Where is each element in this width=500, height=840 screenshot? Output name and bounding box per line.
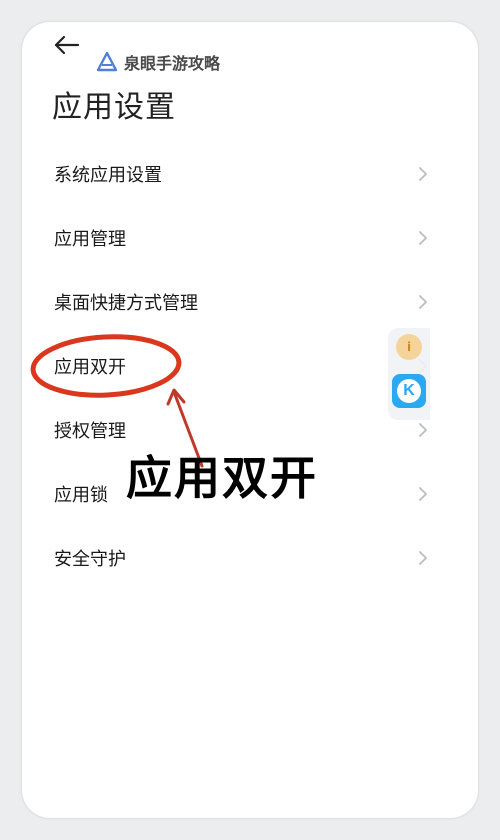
- chevron-right-icon: [419, 295, 427, 309]
- menu-item-label: 安全守护: [54, 549, 126, 570]
- menu-item-app-management[interactable]: 应用管理: [22, 206, 478, 270]
- back-arrow-icon[interactable]: [52, 32, 82, 58]
- menu-item-label: 应用管理: [54, 229, 126, 250]
- menu-item-label: 桌面快捷方式管理: [54, 293, 198, 314]
- annotation-callout: 应用双开: [126, 451, 318, 505]
- chevron-right-icon: [419, 551, 427, 565]
- chevron-right-icon: [419, 487, 427, 501]
- info-bubble-icon[interactable]: i: [396, 334, 422, 360]
- menu-item-label: 授权管理: [54, 421, 126, 442]
- watermark-logo-icon: [96, 51, 118, 72]
- k-app-letter: K: [397, 379, 421, 403]
- menu-item-shortcut-management[interactable]: 桌面快捷方式管理: [22, 270, 478, 334]
- watermark: 泉眼手游攻略: [96, 50, 220, 74]
- chevron-right-icon: [419, 231, 427, 245]
- menu-item-system-app-settings[interactable]: 系统应用设置: [22, 142, 478, 206]
- page-title: 应用设置: [52, 90, 176, 125]
- floating-widget[interactable]: i K: [388, 328, 430, 420]
- phone-screen: 泉眼手游攻略 应用设置 系统应用设置 应用管理 桌面快捷方式管理 应用双开 授权…: [22, 22, 478, 818]
- chevron-right-icon: [419, 167, 427, 181]
- chevron-right-icon: [419, 423, 427, 437]
- highlight-ellipse: [30, 334, 182, 398]
- k-app-icon[interactable]: K: [392, 374, 426, 408]
- menu-item-security-guard[interactable]: 安全守护: [22, 526, 478, 590]
- menu-item-label: 系统应用设置: [54, 165, 162, 186]
- watermark-text: 泉眼手游攻略: [124, 54, 221, 73]
